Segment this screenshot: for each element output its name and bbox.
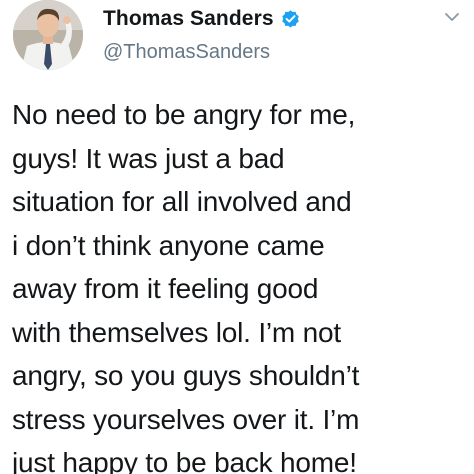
tweet-card: Thomas Sanders @ThomasSanders No need to…	[0, 0, 474, 474]
avatar[interactable]	[13, 0, 83, 70]
name-row: Thomas Sanders	[103, 6, 474, 32]
tweet-header: Thomas Sanders @ThomasSanders	[103, 6, 474, 64]
tweet-text: No need to be angry for me, guys! It was…	[12, 99, 360, 474]
verified-badge-icon	[280, 9, 301, 30]
profile-photo	[13, 0, 83, 70]
chevron-down-icon[interactable]	[442, 10, 462, 24]
display-name[interactable]: Thomas Sanders	[103, 7, 274, 31]
user-handle[interactable]: @ThomasSanders	[103, 41, 474, 64]
